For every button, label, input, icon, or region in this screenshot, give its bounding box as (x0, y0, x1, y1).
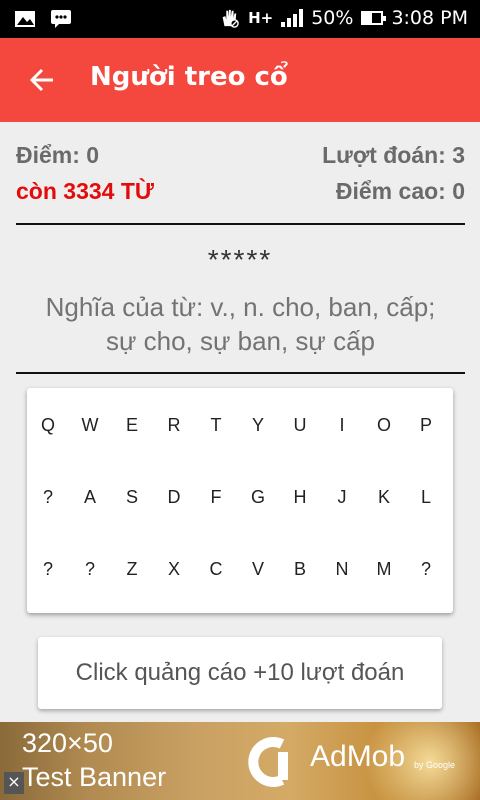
key[interactable]: H (279, 477, 321, 517)
key[interactable]: T (195, 405, 237, 445)
word-meaning: Nghĩa của từ: v., n. cho, ban, cấp; sự c… (16, 290, 465, 358)
key[interactable]: S (111, 477, 153, 517)
network-type-icon: H+ (248, 9, 274, 27)
key[interactable]: C (195, 549, 237, 589)
divider-bottom (16, 372, 465, 374)
ad-banner[interactable]: 320×50 Test Banner AdMob by Google × (0, 722, 480, 800)
banner-size-label: 320×50 (22, 728, 113, 758)
watch-ad-button[interactable]: Click quảng cáo +10 lượt đoán (38, 637, 442, 709)
status-bar: H+ 50% 3:08 PM (0, 0, 480, 38)
by-google-label: by Google (414, 760, 456, 770)
key[interactable]: W (69, 405, 111, 445)
page-title: Người treo cổ (90, 62, 288, 92)
clock: 3:08 PM (391, 7, 468, 29)
chat-icon (51, 10, 71, 28)
keyboard-row: ? ? Z X C V B N M ? (27, 549, 453, 589)
notification-icons (14, 9, 72, 29)
key[interactable]: B (279, 549, 321, 589)
signal-icon (281, 9, 304, 27)
key[interactable]: R (153, 405, 195, 445)
key[interactable]: Y (237, 405, 279, 445)
banner-test-label: Test Banner (22, 762, 167, 792)
key[interactable]: V (237, 549, 279, 589)
keyboard-row: ? A S D F G H J K L (27, 477, 453, 517)
key[interactable]: U (279, 405, 321, 445)
gallery-icon (15, 11, 35, 27)
remaining-words-label: còn 3334 TỪ (16, 178, 154, 204)
key[interactable]: M (363, 549, 405, 589)
battery-percent: 50% (311, 7, 354, 29)
system-icons: H+ 50% 3:08 PM (218, 7, 468, 29)
key[interactable]: X (153, 549, 195, 589)
high-score-label: Điểm cao: 0 (335, 178, 465, 204)
letter-keyboard: Q W E R T Y U I O P ? A S D F G H J K L … (27, 388, 453, 613)
key[interactable]: J (321, 477, 363, 517)
battery-fill (363, 13, 373, 23)
key[interactable]: G (237, 477, 279, 517)
keyboard-row: Q W E R T Y U I O P (27, 405, 453, 445)
masked-word: ***** (207, 244, 273, 275)
key[interactable]: ? (69, 549, 111, 589)
admob-brand: AdMob (310, 740, 406, 773)
key[interactable]: ? (405, 549, 447, 589)
stats-panel: Điểm: 0 còn 3334 TỪ Lượt đoán: 3 Điểm ca… (16, 140, 465, 220)
key[interactable]: A (69, 477, 111, 517)
key[interactable]: P (405, 405, 447, 445)
app-bar: Người treo cổ (0, 38, 480, 122)
key[interactable]: E (111, 405, 153, 445)
key[interactable]: D (153, 477, 195, 517)
battery-icon (361, 11, 387, 25)
key[interactable]: ? (27, 549, 69, 589)
key[interactable]: ? (27, 477, 69, 517)
key[interactable]: N (321, 549, 363, 589)
key[interactable]: K (363, 477, 405, 517)
guesses-label: Lượt đoán: 3 (322, 142, 465, 168)
key[interactable]: L (405, 477, 447, 517)
back-button[interactable] (22, 60, 62, 100)
key[interactable]: Z (111, 549, 153, 589)
admob-logo-icon (248, 737, 288, 787)
key[interactable]: O (363, 405, 405, 445)
touch-block-icon (222, 9, 239, 28)
divider-top (16, 223, 465, 225)
close-ad-button[interactable]: × (4, 772, 24, 794)
score-label: Điểm: 0 (16, 142, 100, 168)
key[interactable]: F (195, 477, 237, 517)
word-meaning-line1: Nghĩa của từ: v., n. cho, ban, cấp; (45, 292, 436, 322)
arrow-back-icon (29, 68, 53, 92)
key[interactable]: I (321, 405, 363, 445)
key[interactable]: Q (27, 405, 69, 445)
word-meaning-line2: sự cho, sự ban, sự cấp (105, 326, 375, 356)
